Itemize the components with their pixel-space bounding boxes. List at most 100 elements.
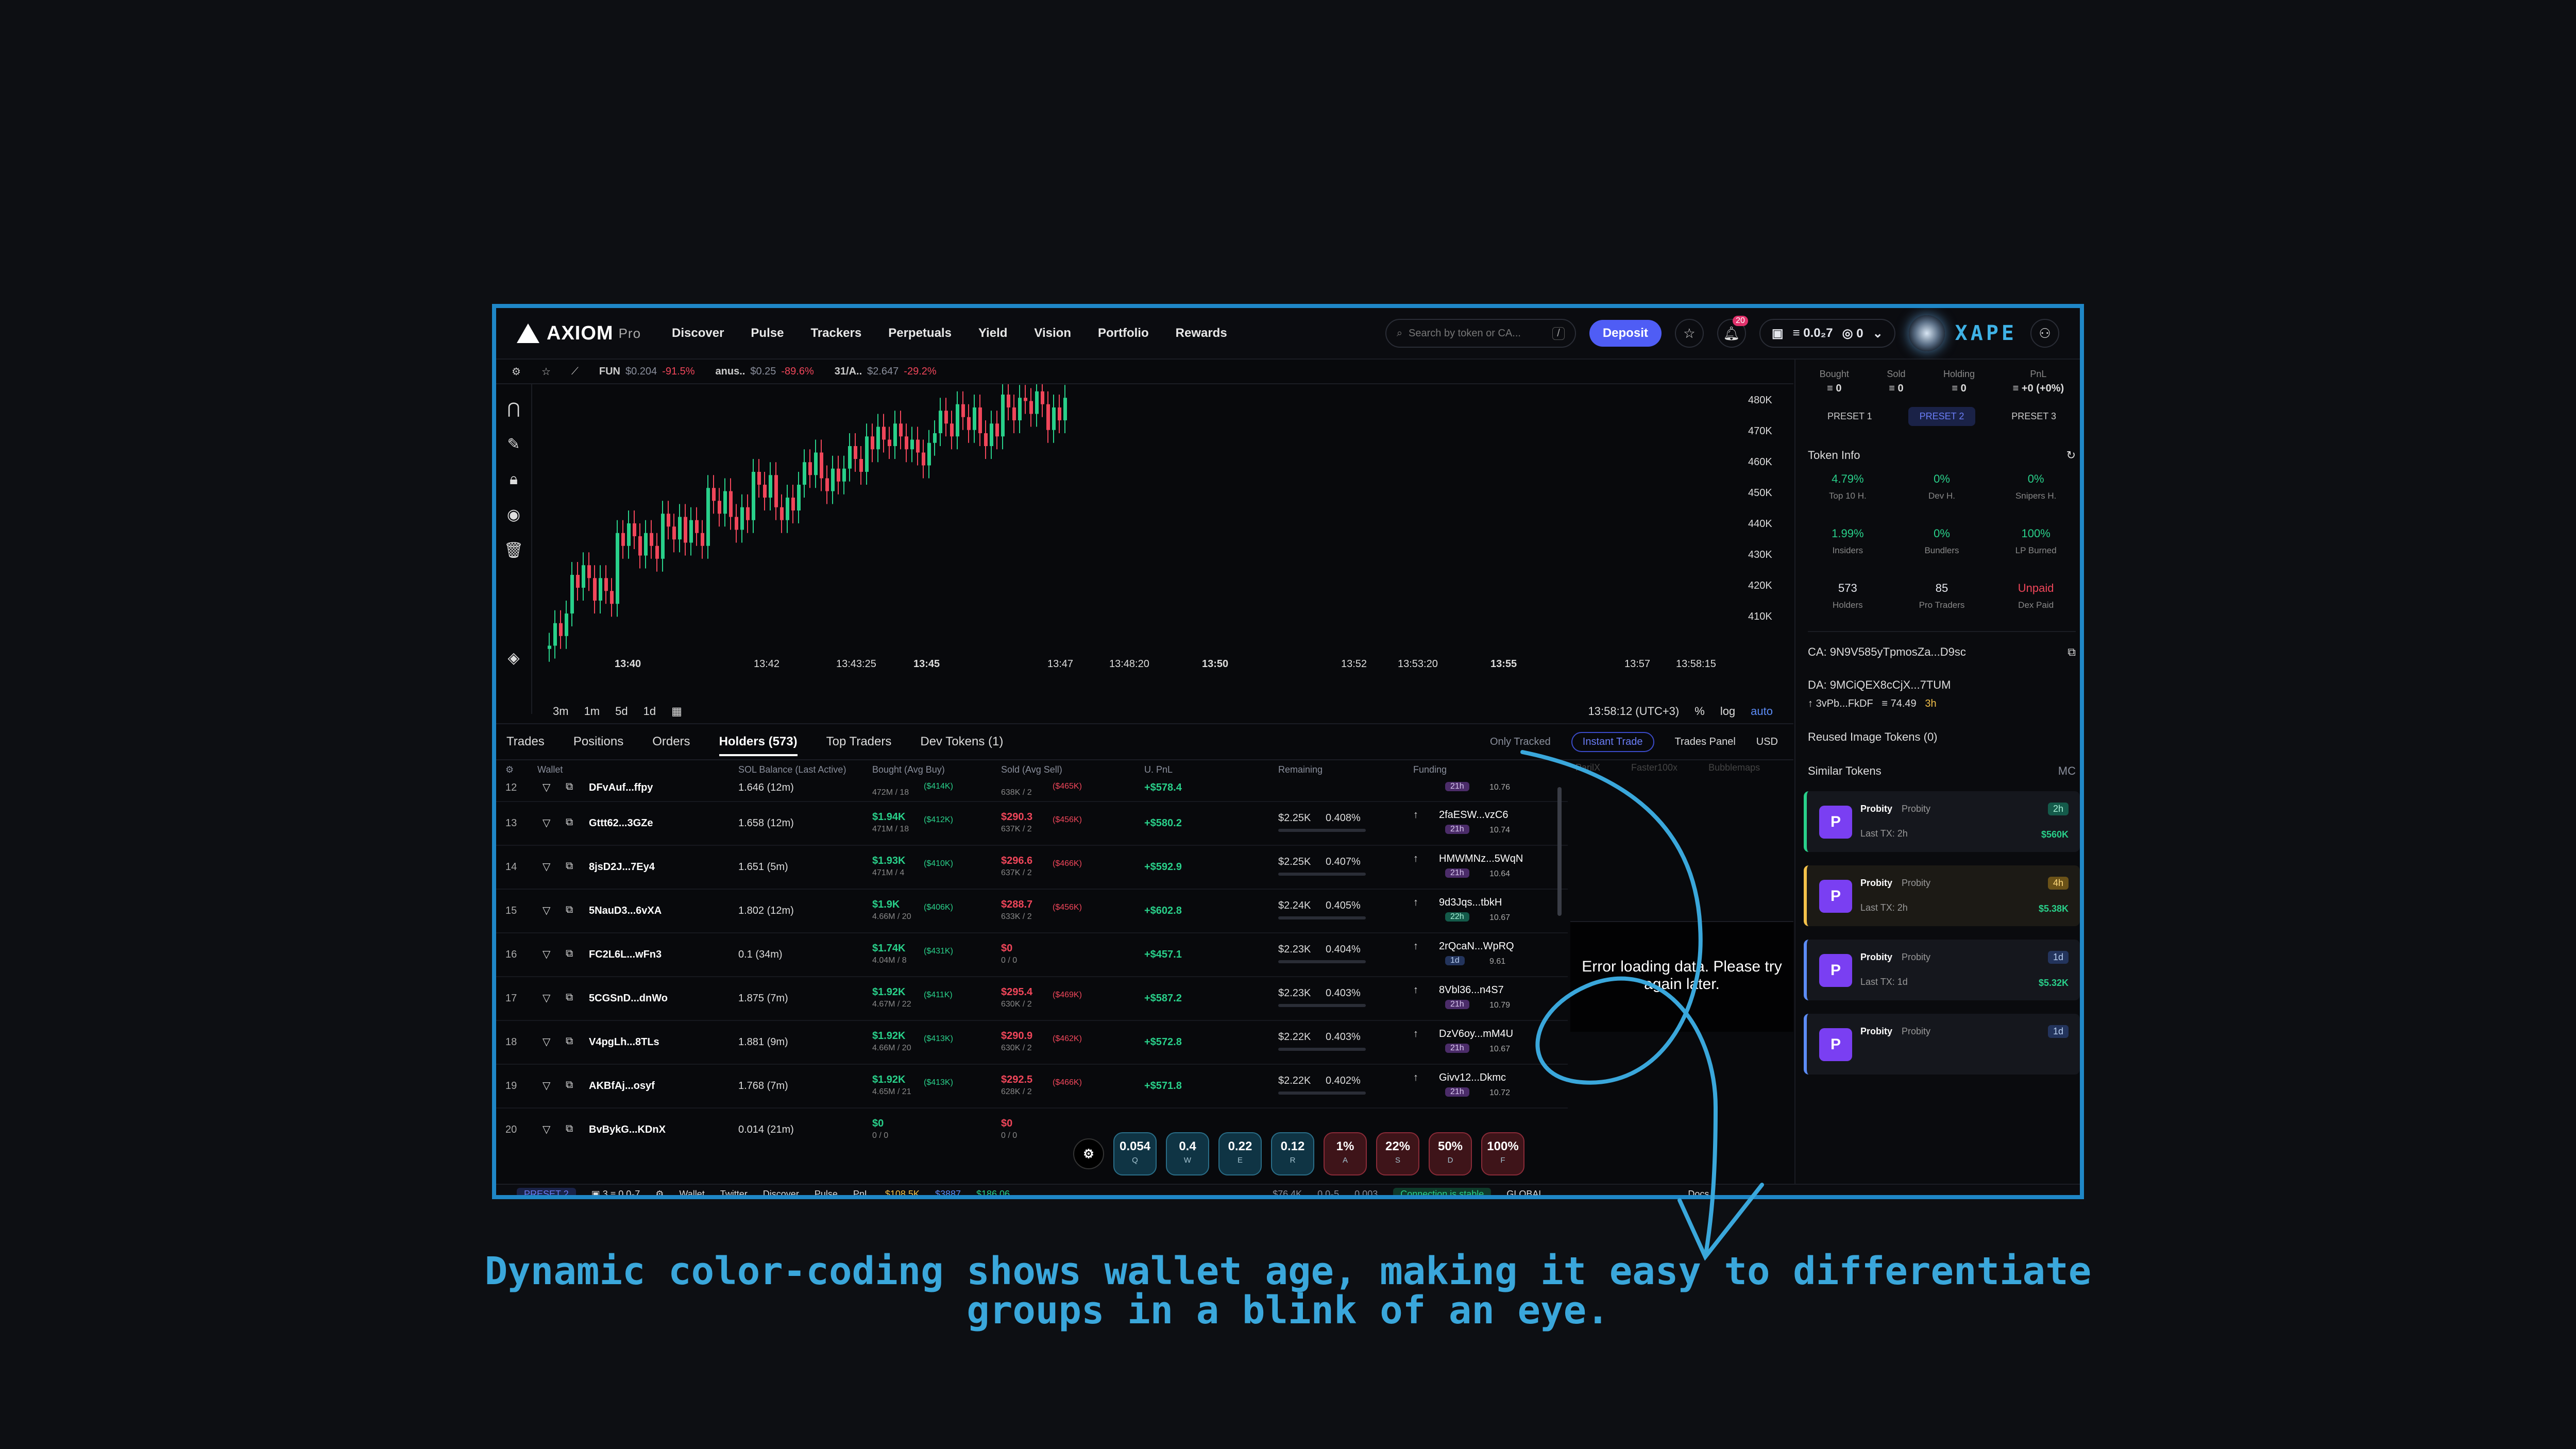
preset-3[interactable]: PRESET 3 bbox=[2000, 407, 2067, 426]
user-profile[interactable]: XAPE bbox=[1908, 315, 2017, 351]
similar-token-card[interactable]: P Probity Probity Last TX: 2h 2h $560K bbox=[1804, 791, 2080, 852]
instant-trade-button[interactable]: Instant Trade bbox=[1571, 731, 1654, 752]
hotkey-s[interactable]: 22% S bbox=[1376, 1132, 1419, 1175]
tab-dev-tokens[interactable]: Dev Tokens (1) bbox=[920, 735, 1003, 749]
preset-2[interactable]: PRESET 2 bbox=[1908, 407, 1976, 426]
funding-wallet[interactable]: 2rQcaN...WpRQ bbox=[1439, 941, 1514, 952]
star-icon[interactable]: ☆ bbox=[1674, 319, 1704, 348]
interval-5d[interactable]: 5d bbox=[615, 705, 628, 718]
external-link-icon[interactable]: ⧉ bbox=[566, 1123, 573, 1135]
header-settings-icon[interactable]: ⚙ bbox=[505, 764, 514, 775]
funding-wallet[interactable]: 8Vbl36...n4S7 bbox=[1439, 984, 1504, 996]
similar-token-card[interactable]: P Probity Probity 1d bbox=[1804, 1014, 2080, 1075]
col-wallet[interactable]: Wallet bbox=[537, 764, 563, 775]
hotkey-w[interactable]: 0.4 W bbox=[1166, 1132, 1209, 1175]
col-sold[interactable]: Sold (Avg Sell) bbox=[1001, 764, 1062, 775]
percent-toggle[interactable]: % bbox=[1694, 705, 1705, 718]
pulse-link[interactable]: Pulse bbox=[815, 1189, 838, 1196]
tab-orders[interactable]: Orders bbox=[652, 735, 690, 749]
nav-vision[interactable]: Vision bbox=[1034, 326, 1071, 340]
deposit-button[interactable]: Deposit bbox=[1589, 320, 1662, 347]
only-tracked-toggle[interactable]: Only Tracked bbox=[1490, 736, 1551, 748]
trades-panel-toggle[interactable]: Trades Panel bbox=[1675, 736, 1736, 748]
ticker-31a[interactable]: 31/A.. $2.647 -29.2% bbox=[835, 366, 937, 378]
col-sol-balance[interactable]: SOL Balance (Last Active) bbox=[738, 764, 846, 775]
table-row[interactable]: 17 ▽ ⧉ 5CGSnD...dnWo 1.875 (7m) $1.92K 4.67M /… bbox=[496, 977, 1568, 1021]
table-row[interactable]: 16 ▽ ⧉ FC2L6L...wFn3 0.1 (34m) $1.74K 4.04M / … bbox=[496, 933, 1568, 977]
filter-icon[interactable]: ▽ bbox=[543, 948, 550, 961]
col-funding[interactable]: Funding bbox=[1413, 764, 1447, 775]
account-icon[interactable]: ⚇ bbox=[2030, 319, 2059, 348]
table-row[interactable]: 15 ▽ ⧉ 5NauD3...6vXA 1.802 (12m) $1.9K 4.66M /… bbox=[496, 890, 1568, 933]
nav-trackers[interactable]: Trackers bbox=[810, 326, 861, 340]
lock-icon[interactable]: 🔒︎ bbox=[510, 471, 518, 488]
bell-icon[interactable]: 🔔︎ 20 bbox=[1717, 316, 1748, 348]
funding-wallet[interactable]: 2faESW...vzC6 bbox=[1439, 809, 1509, 821]
external-link-icon[interactable]: ⧉ bbox=[566, 781, 573, 793]
docs-link[interactable]: Docs bbox=[1688, 1189, 1709, 1196]
wallet-link[interactable]: Wallet bbox=[679, 1189, 704, 1196]
external-link-icon[interactable]: ⧉ bbox=[566, 1079, 573, 1091]
eye-icon[interactable]: ◉ bbox=[507, 506, 520, 524]
similar-token-card[interactable]: P Probity Probity Last TX: 2h 4h $5.38K bbox=[1804, 865, 2080, 926]
usd-toggle[interactable]: USD bbox=[1756, 736, 1778, 748]
hotkey-r[interactable]: 0.12 R bbox=[1271, 1132, 1314, 1175]
trash-icon[interactable]: 🗑︎ bbox=[504, 541, 523, 559]
wallet-count-selector[interactable]: ▣ 3 ≡ 0.0₂7 bbox=[591, 1189, 640, 1196]
filter-icon[interactable]: ▽ bbox=[543, 992, 550, 1004]
table-row[interactable]: 12 ▽ ⧉ DFvAuf...ffpy 1.646 (12m) 472M / … bbox=[496, 779, 1568, 802]
filter-icon[interactable]: ▽ bbox=[543, 1035, 550, 1048]
external-link-icon[interactable]: ⧉ bbox=[566, 816, 573, 828]
interval-1m[interactable]: 1m bbox=[584, 705, 600, 718]
ticker-anus[interactable]: anus.. $0.25 -89.6% bbox=[716, 366, 814, 378]
hotkey-a[interactable]: 1% A bbox=[1324, 1132, 1367, 1175]
twitter-link[interactable]: Twitter bbox=[720, 1189, 748, 1196]
chart-type-icon[interactable]: ⟋ bbox=[571, 366, 579, 378]
wallet-address[interactable]: 5NauD3...6vXA bbox=[589, 905, 662, 917]
funding-wallet[interactable]: 9d3Jqs...tbkH bbox=[1439, 897, 1502, 909]
wallet-address[interactable]: 8jsD2J...7Ey4 bbox=[589, 861, 655, 873]
filter-icon[interactable]: ▽ bbox=[543, 816, 550, 829]
filter-icon[interactable]: ▽ bbox=[543, 1123, 550, 1136]
col-upnl[interactable]: U. PnL bbox=[1144, 764, 1173, 775]
mc-sort[interactable]: MC bbox=[2058, 764, 2076, 778]
preset-1[interactable]: PRESET 1 bbox=[1816, 407, 1884, 426]
search-input[interactable]: ⌕ Search by token or CA... / bbox=[1385, 319, 1576, 348]
table-row[interactable]: 14 ▽ ⧉ 8jsD2J...7Ey4 1.651 (5m) $1.93K 471M / … bbox=[496, 846, 1568, 890]
axiom-logo[interactable]: AXIOM Pro bbox=[517, 322, 641, 345]
ticker-fun[interactable]: FUN $0.204 -91.5% bbox=[599, 366, 695, 378]
refresh-icon[interactable]: ↻ bbox=[2066, 449, 2076, 462]
table-row[interactable]: 19 ▽ ⧉ AKBfAj...osyf 1.768 (7m) $1.92K 4.65M /… bbox=[496, 1065, 1568, 1109]
token-info-header[interactable]: Token Info ↻ bbox=[1808, 449, 2076, 462]
filter-icon[interactable]: ▽ bbox=[543, 860, 550, 873]
filter-icon[interactable]: ▽ bbox=[543, 781, 550, 794]
table-row[interactable]: 13 ▽ ⧉ Gttt62...3GZe 1.658 (12m) $1.94K 471M /… bbox=[496, 802, 1568, 846]
region-selector[interactable]: GLOBAL bbox=[1506, 1189, 1544, 1196]
dev-address[interactable]: DA: 9MCiQEX8cCjX...7TUM bbox=[1808, 678, 2076, 692]
settings-icon[interactable]: ⚙ bbox=[512, 365, 521, 378]
col-remaining[interactable]: Remaining bbox=[1278, 764, 1323, 775]
nav-perpetuals[interactable]: Perpetuals bbox=[888, 326, 952, 340]
wallet-address[interactable]: V4pgLh...8TLs bbox=[589, 1036, 659, 1048]
log-toggle[interactable]: log bbox=[1720, 705, 1735, 718]
external-link-icon[interactable]: ⧉ bbox=[566, 1035, 573, 1047]
star-icon[interactable]: ☆ bbox=[541, 365, 551, 378]
filter-icon[interactable]: ▽ bbox=[543, 1079, 550, 1092]
wallet-address[interactable]: Gttt62...3GZe bbox=[589, 817, 653, 829]
preset-selector[interactable]: PRESET 2 bbox=[517, 1187, 576, 1195]
auto-toggle[interactable]: auto bbox=[1751, 705, 1773, 718]
hotkey-q[interactable]: 0.054 Q bbox=[1113, 1132, 1157, 1175]
tab-holders[interactable]: Holders (573) bbox=[719, 735, 798, 756]
wallet-selector[interactable]: ▣ ≡ 0.0₂7 ◎ 0 ⌄ bbox=[1759, 319, 1895, 348]
wallet-address[interactable]: 5CGSnD...dnWo bbox=[589, 993, 668, 1004]
similar-token-card[interactable]: P Probity Probity Last TX: 1d 1d $5.32K bbox=[1804, 940, 2080, 1000]
nav-discover[interactable]: Discover bbox=[672, 326, 724, 340]
external-link-icon[interactable]: ⧉ bbox=[566, 904, 573, 916]
funding-wallet[interactable]: HMWMNz...5WqN bbox=[1439, 853, 1523, 865]
tab-top-traders[interactable]: Top Traders bbox=[826, 735, 892, 749]
nav-yield[interactable]: Yield bbox=[978, 326, 1007, 340]
calendar-icon[interactable]: ▦ bbox=[671, 705, 682, 718]
layers-icon[interactable]: ◈ bbox=[507, 649, 519, 667]
pnl-link[interactable]: PnL bbox=[853, 1189, 870, 1196]
table-scrollbar[interactable] bbox=[1557, 787, 1562, 916]
